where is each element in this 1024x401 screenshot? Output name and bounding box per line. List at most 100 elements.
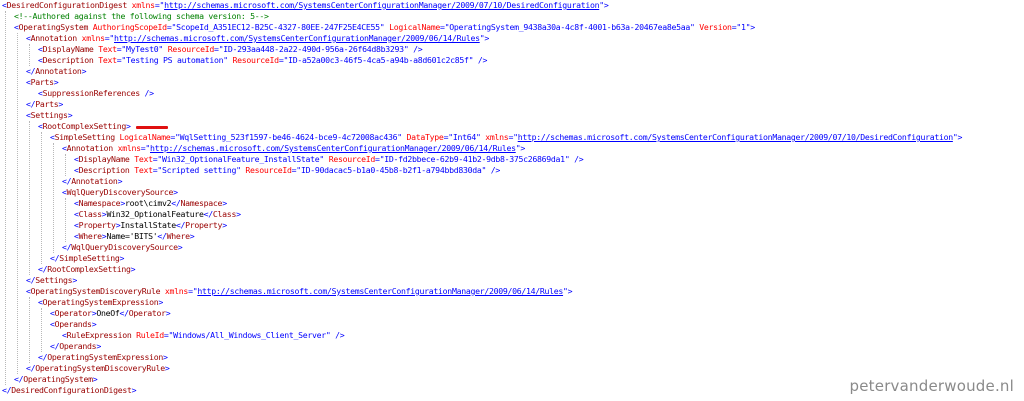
xml-line: <!--Authored against the following schem… xyxy=(14,11,269,22)
tag-name: OperatingSystem xyxy=(18,22,89,32)
attribute-value: Int64 xyxy=(452,132,476,142)
namespace-url[interactable]: http://schemas.microsoft.com/SystemsCent… xyxy=(197,286,563,296)
xml-line: <Property>InstallState</Property> xyxy=(74,220,227,231)
attribute-value: WqlSetting_523f1597-be46-4624-bce9-4c720… xyxy=(179,132,398,142)
xml-line: <DesiredConfigurationDigest xmlns="http:… xyxy=(2,0,609,11)
tag-bracket: > xyxy=(189,231,195,241)
tag-bracket: > xyxy=(158,297,164,307)
attribute-name: xmlns xyxy=(117,143,141,153)
tag-bracket: =" xyxy=(116,44,127,54)
indent-guide xyxy=(5,11,7,385)
tag-bracket: " /> xyxy=(481,165,501,175)
tag-bracket: "> xyxy=(515,143,526,153)
tag-name: Namespace xyxy=(78,198,121,208)
tag-bracket: </ xyxy=(26,99,36,109)
tag-bracket: </ xyxy=(26,275,36,285)
tag-bracket: =" xyxy=(116,55,127,65)
tag-bracket: </ xyxy=(2,385,12,395)
xml-line: </Operands> xyxy=(50,341,101,352)
tag-bracket: "> xyxy=(952,132,963,142)
xml-line: <Operator>OneOf</Operator> xyxy=(50,308,171,319)
tag-name: WqlQueryDiscoverySource xyxy=(66,187,174,197)
tag-bracket: </ xyxy=(50,253,60,263)
xml-line: <Annotation xmlns="http://schemas.micros… xyxy=(62,143,525,154)
attribute-value: Win32_OptionalFeature_InstallState xyxy=(162,154,320,164)
tag-name: Description xyxy=(42,55,94,65)
tag-bracket: > xyxy=(81,66,87,76)
tag-bracket: > xyxy=(53,77,59,87)
tag-name: Property xyxy=(185,220,223,230)
tag-bracket: > xyxy=(222,198,227,208)
xml-line: </Settings> xyxy=(26,275,77,286)
tag-name: OperatingSystemDiscoveryRule xyxy=(30,286,161,296)
xml-line: <OperatingSystemDiscoveryRule xmlns="htt… xyxy=(26,286,573,297)
xml-line: </OperatingSystemExpression> xyxy=(38,352,168,363)
tag-name: Operator xyxy=(128,308,166,318)
attribute-name: ResourceId xyxy=(232,55,280,65)
tag-bracket: > xyxy=(91,319,97,329)
namespace-url[interactable]: http://schemas.microsoft.com/SystemsCent… xyxy=(164,0,599,10)
tag-bracket: > xyxy=(119,253,125,263)
attribute-name: xmlns xyxy=(164,286,189,296)
tag-bracket: > xyxy=(165,308,171,318)
xml-line: </OperatingSystemDiscoveryRule> xyxy=(26,363,170,374)
tag-name: Namespace xyxy=(180,198,223,208)
tag-bracket: =" xyxy=(731,22,742,32)
xml-line: <Settings> xyxy=(26,110,73,121)
tag-name: Property xyxy=(78,220,116,230)
xml-line: <Description Text="Scripted setting" Res… xyxy=(74,165,500,176)
tag-name: SimpleSetting xyxy=(54,132,115,142)
tag-bracket: > xyxy=(177,242,183,252)
xml-line: </DesiredConfigurationDigest> xyxy=(2,385,137,396)
xml-line: <SuppressionReferences /> xyxy=(38,88,154,99)
tag-bracket: > xyxy=(67,110,73,120)
tag-bracket: </ xyxy=(175,220,186,230)
tag-bracket: =" xyxy=(104,33,115,43)
attribute-value: ID-a52a00c3-46f5-4ca5-a94b-a8d601c2c85f xyxy=(288,55,469,65)
text-content: root\cimv2 xyxy=(124,198,172,208)
tag-bracket: </ xyxy=(38,352,48,362)
attribute-name: LogicalName xyxy=(389,22,440,32)
tag-bracket: > xyxy=(164,363,170,373)
xml-line: </WqlQueryDiscoverySource> xyxy=(62,242,183,253)
tag-bracket: =" xyxy=(170,132,180,142)
indent-guide xyxy=(41,308,43,352)
tag-name: Annotation xyxy=(35,66,82,76)
xml-line: </Annotation> xyxy=(62,176,122,187)
tag-bracket: /> xyxy=(139,88,154,98)
tag-bracket: =" xyxy=(291,165,302,175)
tag-name: DisplayName xyxy=(42,44,94,54)
tag-bracket: =" xyxy=(508,132,518,142)
tag-bracket: </ xyxy=(119,308,129,318)
xml-line: <Annotation xmlns="http://schemas.micros… xyxy=(26,33,489,44)
tag-name: Where xyxy=(78,231,102,241)
attribute-name: DataType xyxy=(406,132,444,142)
namespace-url[interactable]: http://schemas.microsoft.com/SystemsCent… xyxy=(518,132,953,142)
tag-name: Parts xyxy=(35,99,59,109)
tag-name: OperatingSystemDiscoveryRule xyxy=(35,363,165,373)
tag-bracket: =" xyxy=(278,55,289,65)
attribute-value: OperatingSystem_9438a30a-4c8f-4001-b63a-… xyxy=(449,22,690,32)
xml-line: </OperatingSystem> xyxy=(14,374,98,385)
tag-name: Settings xyxy=(30,110,68,120)
tag-name: Annotation xyxy=(66,143,114,153)
xml-line: <Parts> xyxy=(26,77,59,88)
tag-name: Description xyxy=(78,165,130,175)
namespace-url[interactable]: http://schemas.microsoft.com/SystemsCent… xyxy=(114,33,480,43)
attribute-name: RuleId xyxy=(136,330,164,340)
indent-guide xyxy=(41,132,43,264)
tag-name: SuppressionReferences xyxy=(42,88,141,98)
text-content: Name='BITS' xyxy=(106,231,158,241)
indent-guide xyxy=(29,297,31,363)
xml-line: <DisplayName Text="MyTest0" ResourceId="… xyxy=(38,44,423,55)
tag-name: Parts xyxy=(30,77,54,87)
tag-bracket: </ xyxy=(157,231,167,241)
tag-name: Class xyxy=(212,209,237,219)
namespace-url[interactable]: http://schemas.microsoft.com/SystemsCent… xyxy=(150,143,516,153)
tag-name: RootComplexSetting xyxy=(47,264,131,274)
tag-bracket: > xyxy=(125,121,131,131)
tag-name: Operands xyxy=(59,341,97,351)
tag-bracket: " /> xyxy=(468,55,488,65)
tag-bracket: =" xyxy=(214,44,224,54)
tag-bracket: > xyxy=(236,209,241,219)
